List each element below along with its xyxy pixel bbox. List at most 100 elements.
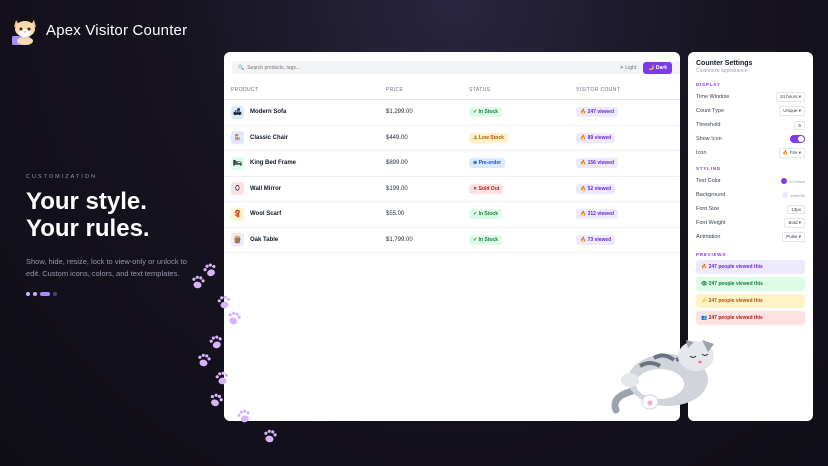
hero-title-line1: Your style. — [26, 188, 147, 215]
light-theme-button[interactable]: ☀ Light — [615, 62, 642, 74]
paw-print-icon — [237, 409, 250, 423]
product: 🪑 Classic Chair — [231, 131, 372, 145]
paw-print-icon — [217, 295, 230, 309]
carousel-dot[interactable] — [26, 292, 30, 296]
show-icon-toggle[interactable] — [790, 135, 805, 143]
visitor-count-cell: 🔥 156 viewed — [569, 150, 680, 177]
visitor-count-badge: 🔥 89 viewed — [576, 132, 616, 143]
product-cell: ⬯ Wall Mirror — [224, 176, 379, 202]
price-cell: $55.00 — [379, 201, 462, 228]
product-name[interactable]: Classic Chair — [250, 135, 288, 141]
price-cell: $899.00 — [379, 150, 462, 177]
counter-preview: 👁 247 people viewed this — [696, 277, 805, 291]
search-bar[interactable]: 🔍 — [232, 61, 680, 74]
product-name[interactable]: Wool Scarf — [250, 211, 281, 217]
product: 🛏 King Bed Frame — [231, 156, 372, 170]
color-picker[interactable]: #ede9fe — [781, 192, 805, 198]
table-row[interactable]: 🛋 Modern Sofa $1,299.00 ✓ In Stock 🔥 247… — [224, 99, 680, 126]
carousel-dot[interactable] — [33, 292, 37, 296]
search-input[interactable] — [247, 64, 448, 71]
setting-row: Icon 🔥 Fire ▾ — [696, 146, 805, 160]
status-badge: ✓ In Stock — [469, 209, 503, 220]
paw-print-icon — [264, 429, 277, 443]
counter-preview: 👥 247 people viewed this — [696, 311, 805, 325]
visitor-count-cell: 🔥 52 viewed — [569, 176, 680, 202]
cat-logo-icon — [12, 20, 36, 45]
paw-print-icon — [209, 335, 222, 349]
product-name[interactable]: Wall Mirror — [250, 186, 281, 192]
search-icon: 🔍 — [238, 64, 245, 71]
table-header-row: PRODUCT PRICE STATUS VISITOR COUNT — [224, 81, 680, 100]
setting-label: Text Color — [696, 178, 721, 184]
visitor-count-cell: 🔥 312 viewed — [569, 201, 680, 228]
table-row[interactable]: ⬯ Wall Mirror $199.00 ✕ Sold Out 🔥 52 vi… — [224, 176, 680, 202]
status-badge: ✓ In Stock — [469, 107, 503, 118]
product-cell: 🛏 King Bed Frame — [224, 150, 379, 177]
setting-label: Animation — [696, 234, 721, 240]
status-cell: ✓ In Stock — [462, 227, 569, 253]
status-badge: ✓ In Stock — [469, 234, 503, 245]
mirror-icon: ⬯ — [231, 182, 244, 196]
setting-control[interactable]: 5 — [794, 120, 805, 130]
counter-preview: 🔥 247 people viewed this — [696, 260, 805, 274]
carousel-dots — [26, 292, 206, 296]
setting-label: Show Icon — [696, 136, 722, 142]
setting-row: Count Type Unique ▾ — [696, 104, 805, 118]
carousel-dot-active[interactable] — [40, 292, 50, 296]
status-badge: ⊕ Pre-order — [469, 158, 506, 169]
hero-title-line2: Your rules. — [26, 215, 150, 242]
visitor-count-badge: 🔥 156 viewed — [576, 158, 619, 169]
color-picker[interactable]: #7c3aed — [780, 178, 805, 184]
setting-control[interactable]: Pulse ▾ — [782, 232, 805, 242]
chair-icon: 🪑 — [231, 131, 244, 145]
status-cell: ⚠ Low Stock — [462, 125, 569, 151]
paw-print-icon — [228, 311, 241, 325]
visitor-count-badge: 🔥 52 viewed — [576, 183, 616, 194]
status-badge: ⚠ Low Stock — [469, 132, 508, 143]
status-badge: ✕ Sold Out — [469, 183, 504, 194]
column-header-product[interactable]: PRODUCT — [224, 81, 379, 100]
column-header-price[interactable]: PRICE — [379, 81, 462, 100]
hero-section: CUSTOMIZATION Your style. Your rules. Sh… — [26, 174, 206, 296]
visitor-count-cell: 🔥 89 viewed — [569, 125, 680, 151]
setting-label: Background — [696, 192, 726, 198]
product-name[interactable]: King Bed Frame — [250, 160, 296, 166]
dark-theme-button[interactable]: 🌙 Dark — [643, 61, 672, 74]
table-row[interactable]: 🪵 Oak Table $1,799.00 ✓ In Stock 🔥 73 vi… — [224, 227, 680, 253]
setting-row: Show Icon — [696, 132, 805, 146]
setting-row: Time Window 24 hours ▾ — [696, 90, 805, 104]
visitor-count-badge: 🔥 247 viewed — [576, 107, 619, 118]
product-name[interactable]: Modern Sofa — [250, 109, 286, 115]
carousel-dot[interactable] — [53, 292, 57, 296]
price-cell: $1,799.00 — [379, 227, 462, 253]
product-cell: 🛋 Modern Sofa — [224, 99, 379, 126]
bed-icon: 🛏 — [231, 156, 244, 170]
color-swatch[interactable] — [781, 192, 788, 198]
setting-control[interactable]: 24 hours ▾ — [775, 92, 805, 102]
setting-control[interactable]: 🔥 Fire ▾ — [778, 148, 805, 158]
table-row[interactable]: 🛏 King Bed Frame $899.00 ⊕ Pre-order 🔥 1… — [224, 150, 680, 177]
paw-print-icon — [198, 353, 211, 367]
visitor-count-cell: 🔥 73 viewed — [569, 227, 680, 253]
column-header-status[interactable]: STATUS — [462, 81, 569, 100]
paw-print-icon — [215, 371, 228, 385]
setting-control[interactable]: Unique ▾ — [779, 106, 805, 116]
setting-control[interactable]: Bold ▾ — [784, 218, 805, 228]
color-value: #7c3aed — [789, 178, 805, 184]
setting-control[interactable]: 13px — [787, 204, 805, 214]
color-value: #ede9fe — [790, 192, 805, 198]
table-icon: 🪵 — [231, 233, 244, 247]
app-title: Apex Visitor Counter — [46, 21, 188, 39]
styling-section-heading: STYLING — [696, 166, 722, 171]
setting-row: Font Weight Bold ▾ — [696, 216, 805, 230]
product-name[interactable]: Oak Table — [250, 237, 278, 243]
price-cell: $449.00 — [379, 125, 462, 151]
status-cell: ⊕ Pre-order — [462, 150, 569, 177]
status-cell: ✓ In Stock — [462, 201, 569, 228]
color-swatch[interactable] — [780, 178, 787, 184]
column-header-visitor-count[interactable]: VISITOR COUNT — [569, 81, 680, 100]
table-row[interactable]: 🪑 Classic Chair $449.00 ⚠ Low Stock 🔥 89… — [224, 125, 680, 151]
table-row[interactable]: 🧣 Wool Scarf $55.00 ✓ In Stock 🔥 312 vie… — [224, 201, 680, 228]
setting-label: Threshold — [696, 122, 721, 128]
setting-row: Animation Pulse ▾ — [696, 230, 805, 244]
